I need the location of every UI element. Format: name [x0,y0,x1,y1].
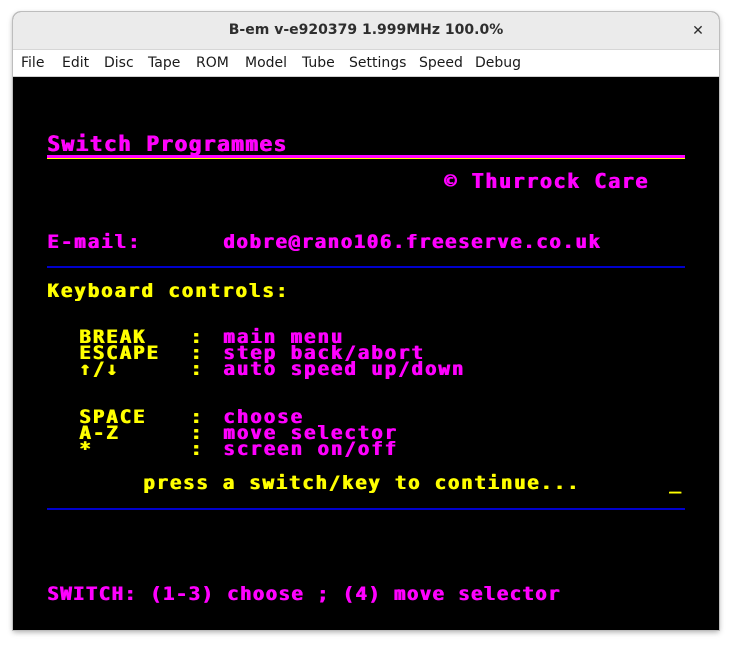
divider-top [47,266,685,268]
switch-line-clip: SWITCH: (1-3) choose ; (4) move selector [47,583,687,609]
menu-speed[interactable]: Speed [419,50,463,76]
menu-file[interactable]: File [21,50,44,76]
control-sep-star: : [190,438,204,460]
menu-rom[interactable]: ROM [196,50,229,76]
email-clip: dobre@rano106.freeserve.co.uk [223,231,685,257]
switch-instructions: SWITCH: (1-3) choose ; (4) move selector [47,583,561,605]
page-title: Switch Programmes [47,132,288,156]
menu-settings[interactable]: Settings [349,50,406,76]
title-bar[interactable]: B-em v-e920379 1.999MHz 100.0% ✕ [13,12,719,50]
copyright-clip: © Thurrock Care [433,169,685,195]
control-key-arrows: ↑/↓ [79,358,120,380]
menu-disc[interactable]: Disc [104,50,134,76]
divider-bottom [47,508,685,510]
emulator-window: B-em v-e920379 1.999MHz 100.0% ✕ File Ed… [13,12,719,630]
copyright-text: © Thurrock Care [444,169,649,193]
menu-debug[interactable]: Debug [475,50,521,76]
keyboard-heading: Keyboard controls: [47,280,289,302]
control-action-arrows: auto speed up/down [223,358,465,380]
control-action-star: screen on/off [223,438,398,460]
email-value: dobre@rano106.freeserve.co.uk [223,231,602,253]
continue-prompt: press a switch/key to continue... [143,472,580,494]
menu-edit[interactable]: Edit [62,50,89,76]
menu-model[interactable]: Model [245,50,287,76]
email-label: E-mail: [47,231,142,253]
close-icon[interactable]: ✕ [687,20,709,42]
menu-tube[interactable]: Tube [302,50,335,76]
menu-bar: File Edit Disc Tape ROM Model Tube Setti… [13,50,719,77]
menu-tape[interactable]: Tape [148,50,180,76]
control-key-star: * [79,438,93,460]
control-sep-arrows: : [190,358,204,380]
title-underline-yellow [47,158,685,159]
window-title: B-em v-e920379 1.999MHz 100.0% [228,22,504,38]
text-cursor: _ [669,472,683,494]
emulator-screen[interactable]: Switch Programmes © Thurrock Care E-mail… [13,77,719,630]
